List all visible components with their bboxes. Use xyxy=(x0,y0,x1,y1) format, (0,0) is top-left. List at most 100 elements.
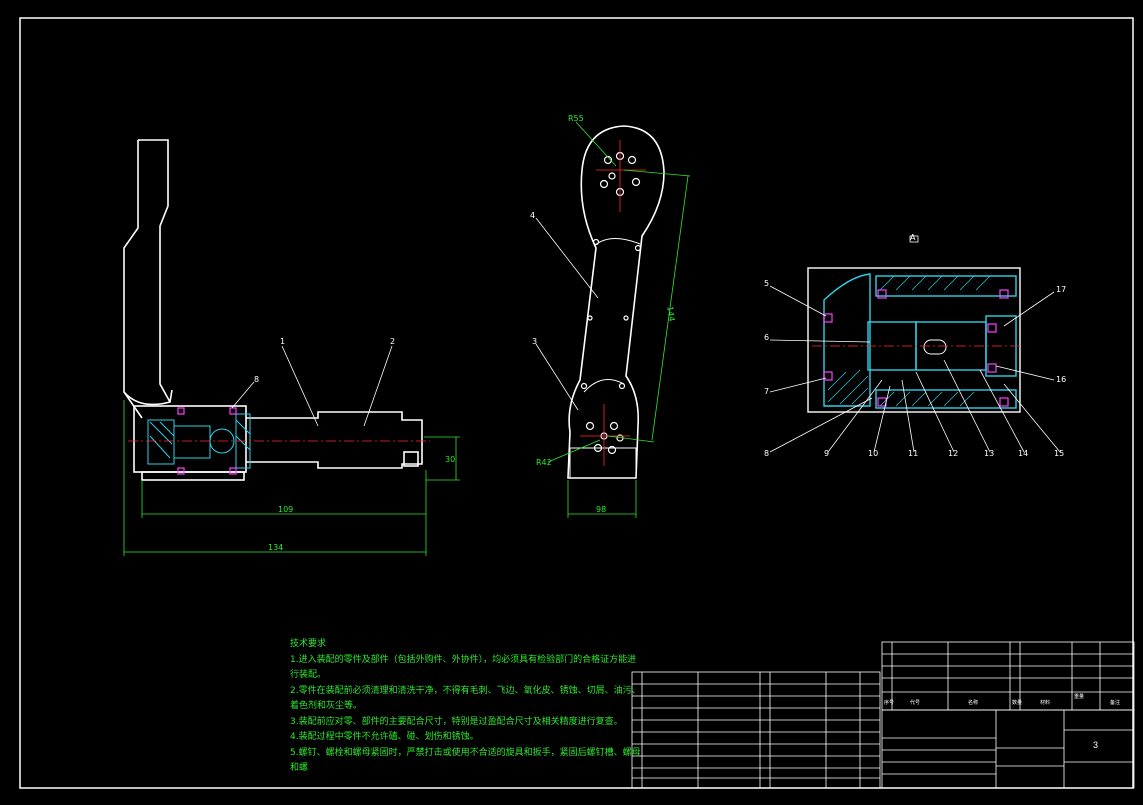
callout-1: 1 xyxy=(280,337,285,346)
fastener-17 xyxy=(987,323,997,333)
leader-1 xyxy=(281,345,319,427)
fastener-top-2 xyxy=(999,289,1009,299)
bom-right-rows xyxy=(882,653,1134,693)
notes-line-2: 行装配。 xyxy=(290,670,327,680)
side-fastener-c xyxy=(229,407,237,415)
side-hole-3 xyxy=(587,315,593,321)
section-view xyxy=(807,267,1021,413)
leader-8 xyxy=(231,381,255,409)
leader-15 xyxy=(1003,383,1061,453)
bom-header-code: 代号 xyxy=(910,699,920,706)
side-hole-1 xyxy=(592,238,600,246)
callout-16: 16 xyxy=(1056,375,1066,384)
callout-8-side: 8 xyxy=(254,375,259,384)
side-hole-2 xyxy=(634,244,642,252)
leader-8-sec xyxy=(769,397,873,453)
leader-13 xyxy=(943,359,991,453)
bolt-hole-top-4 xyxy=(631,177,641,187)
link-base xyxy=(569,447,637,479)
dim-r42-leader xyxy=(547,439,601,463)
sheet-number: 3 xyxy=(1093,740,1099,750)
leader-11 xyxy=(901,379,915,453)
notes-line-3: 2.零件在装配前必须清理和清洗干净，不得有毛刺、飞边、氧化皮、锈蚀、切屑、油污、 xyxy=(290,685,641,696)
left-housing xyxy=(823,273,871,407)
side-fastener-a xyxy=(177,407,185,415)
bolt-hole-top-3 xyxy=(599,179,609,189)
fastener-16 xyxy=(987,363,997,373)
leader-16 xyxy=(995,365,1055,381)
notes-line-5: 3.装配前应对零、部件的主要配合尺寸，特别是过盈配合尺寸及相关精度进行复查。 xyxy=(290,716,623,727)
front-view xyxy=(567,125,665,479)
notes-line-6: 4.装配过程中零件不允许磕、碰、划伤和锈蚀。 xyxy=(290,732,479,742)
base-flange xyxy=(141,471,245,481)
dim-r42-text: R42 xyxy=(536,458,552,467)
leader-2 xyxy=(363,345,393,427)
fastener-bottom-1 xyxy=(877,397,887,407)
leader-7 xyxy=(769,377,827,393)
link-outline xyxy=(567,125,665,479)
callout-12: 12 xyxy=(948,449,958,458)
callout-15: 15 xyxy=(1054,449,1064,458)
dim-144-ext-top xyxy=(623,169,691,177)
notes-line-4: 着色剂和灰尘等。 xyxy=(290,701,363,711)
dim-134-text: 134 xyxy=(268,543,283,552)
callout-6: 6 xyxy=(764,333,769,342)
callout-10: 10 xyxy=(868,449,878,458)
dim-144-ext-bottom xyxy=(607,435,655,443)
dim-98-text: 98 xyxy=(596,505,606,514)
callout-8-sec: 8 xyxy=(764,449,769,458)
leader-3 xyxy=(535,343,579,411)
section-mark: A xyxy=(910,233,916,242)
title-block-rows xyxy=(882,729,1134,775)
side-hole-5 xyxy=(580,382,588,390)
bom-left-block xyxy=(631,671,881,789)
bom-header-material: 材料 xyxy=(1040,699,1050,706)
link-inner-top xyxy=(593,238,641,247)
dim-r55-text: R55 xyxy=(568,114,584,123)
notes-line-7: 5.螺钉、螺栓和螺母紧固时，严禁打击或使用不合适的旋具和扳手，紧固后螺钉槽、螺母 xyxy=(290,747,641,758)
bom-header-name: 名称 xyxy=(968,699,978,706)
side-fastener-d xyxy=(229,467,237,475)
callout-3: 3 xyxy=(532,337,537,346)
technical-notes: 技术要求 1.进入装配的零件及部件（包括外购件、外协件），均必须具有检验部门的合… xyxy=(290,637,641,777)
right-housing-top xyxy=(875,275,1017,297)
notes-title: 技术要求 xyxy=(290,639,327,649)
shaft-slot xyxy=(923,339,947,355)
fastener-top-1 xyxy=(877,289,887,299)
callout-11: 11 xyxy=(908,449,918,458)
bolt-hole-top-2 xyxy=(627,155,637,165)
side-callout-leaders xyxy=(231,345,393,427)
bom-table xyxy=(631,641,1135,789)
leader-14 xyxy=(979,369,1025,453)
leader-6 xyxy=(769,339,871,343)
notes-line-1: 1.进入装配的零件及部件（包括外购件、外协件），均必须具有检验部门的合格证方能进 xyxy=(290,654,637,665)
bom-header-seq: 序号 xyxy=(884,699,894,706)
notes-line-8: 和螺 xyxy=(290,763,309,773)
bolt-hole-top-7 xyxy=(608,172,616,180)
arm-outline xyxy=(123,139,171,419)
bolt-hole-bot-1 xyxy=(585,421,595,431)
bom-entries: 序号 代号 名称 数量 材料 重量 备注 xyxy=(884,693,1120,706)
side-hole-6 xyxy=(618,382,626,390)
dim-144-text: 144 xyxy=(665,306,676,322)
base-housing xyxy=(133,405,247,473)
callout-7: 7 xyxy=(764,387,769,396)
side-hole-4 xyxy=(623,315,629,321)
fastener-7 xyxy=(823,371,833,381)
dim-109-text: 109 xyxy=(278,505,293,514)
callout-13: 13 xyxy=(984,449,994,458)
bom-header-weight: 重量 xyxy=(1074,693,1084,700)
callout-4: 4 xyxy=(530,211,535,220)
bom-left-rows xyxy=(632,683,880,779)
dim-30-text: 30 xyxy=(445,455,455,464)
callout-2: 2 xyxy=(390,337,395,346)
callout-17: 17 xyxy=(1056,285,1066,294)
link-inner-bottom xyxy=(583,379,625,393)
side-fastener-b xyxy=(177,467,185,475)
fastener-bottom-2 xyxy=(999,397,1009,407)
leader-17 xyxy=(1003,291,1055,327)
callout-5: 5 xyxy=(764,279,769,288)
shaft-body xyxy=(246,411,423,469)
bolt-hole-bot-2 xyxy=(609,421,619,431)
leader-5 xyxy=(769,285,827,317)
